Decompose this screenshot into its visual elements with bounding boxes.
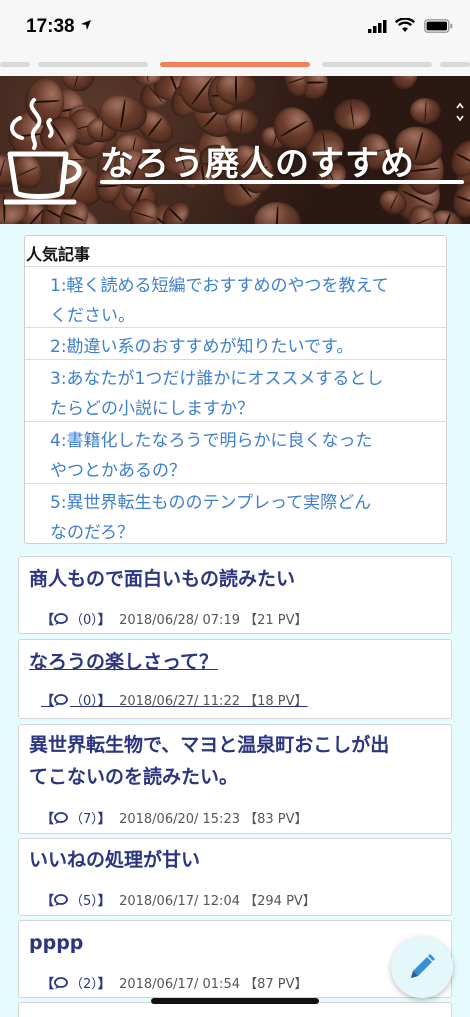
article-card[interactable]: 異世界転生物で、マヨと温泉町おこしが出 てこないのを読みたい。 【 （7）】 20… (18, 724, 452, 834)
popular-item[interactable]: 4:書籍化したなろうで明らかに良くなった やつとかあるの？ (25, 421, 446, 483)
article-pv: 【21 PV】 (244, 613, 308, 628)
popular-heading: 人気記事 (26, 245, 91, 264)
popular-item-line: なのだろ？ (50, 523, 134, 543)
comment-count: （2） (70, 977, 98, 992)
tab-indicator[interactable] (322, 62, 432, 67)
meta-bracket: 】 (97, 613, 111, 628)
article-title[interactable]: なろうの楽しさって？ (29, 646, 443, 678)
article-meta: 【 （0）】 2018/06/28/ 07:19 【21 PV】 (41, 609, 308, 628)
coffee-cup-icon (4, 98, 82, 205)
article-card[interactable]: なろうの楽しさって？ 【 （0）】 2018/06/27/ 11:22 【18 P… (18, 639, 452, 719)
article-date: 2018/06/28/ 07:19 (119, 613, 240, 628)
popular-articles-box: 人気記事 1:軽く読める短編でおすすめのやつを教えて ください。 2:勘違い系の… (24, 235, 447, 544)
coffee-bean-decoration (389, 76, 419, 91)
status-time: 17:38 (26, 16, 75, 37)
meta-bracket: 】 (97, 977, 111, 992)
popular-item-line: 1:軽く読める短編でおすすめのやつを教えて (50, 276, 389, 296)
popular-item-line: やつとかあるの？ (50, 461, 186, 481)
meta-bracket: 【 (41, 613, 55, 628)
article-meta: 【 （0）】 2018/06/27/ 11:22 【18 PV】 (41, 690, 308, 709)
comment-count: （7） (70, 812, 98, 827)
article-date: 2018/06/27/ 11:22 (119, 694, 240, 709)
coffee-bean-decoration (409, 97, 442, 126)
popular-item[interactable]: 3:あなたが1つだけ誰かにオススメするとし たらどの小説にしますか？ (25, 359, 446, 421)
article-meta: 【 （2）】 2018/06/17/ 01:54 【87 PV】 (41, 973, 308, 992)
coffee-bean-decoration (331, 96, 373, 132)
popular-item-line: 5:異世界転生もののテンプレって実際どん (50, 493, 372, 513)
meta-bracket: 【 (41, 977, 55, 992)
article-title[interactable]: pppp (29, 927, 443, 959)
scroll-arrows-icon (456, 102, 464, 122)
article-card[interactable]: 商人もので面白いもの読みたい 【 （0）】 2018/06/28/ 07:19 【… (18, 556, 452, 634)
popular-item[interactable]: 2:勘違い系のおすすめが知りたいです。 (25, 327, 446, 359)
article-meta: 【 （7）】 2018/06/20/ 15:23 【83 PV】 (41, 808, 308, 827)
site-title[interactable]: なろう廃人のすすめ (100, 136, 415, 185)
signal-icon (368, 20, 387, 33)
location-arrow-icon (81, 20, 91, 30)
article-meta: 【 （5）】 2018/06/17/ 12:04 【294 PV】 (41, 890, 316, 909)
meta-bracket: 】 (97, 694, 111, 709)
comment-icon (54, 977, 68, 989)
meta-bracket: 】 (97, 894, 111, 909)
article-card-partial[interactable] (18, 1002, 452, 1017)
tab-indicator[interactable] (0, 62, 30, 67)
article-title[interactable]: 商人もので面白いもの読みたい (29, 563, 443, 595)
comment-count: （0） (70, 694, 98, 709)
article-date: 2018/06/20/ 15:23 (119, 812, 240, 827)
article-pv: 【18 PV】 (244, 694, 308, 709)
comment-icon (54, 613, 68, 625)
article-title[interactable]: いいねの処理が甘い (29, 844, 443, 876)
tab-indicator[interactable] (38, 62, 148, 67)
article-date: 2018/06/17/ 12:04 (119, 894, 240, 909)
article-date: 2018/06/17/ 01:54 (119, 977, 240, 992)
popular-item-line: 3:あなたが1つだけ誰かにオススメするとし (50, 369, 384, 389)
meta-bracket: 】 (97, 812, 111, 827)
article-card[interactable]: いいねの処理が甘い 【 （5）】 2018/06/17/ 12:04 【294 P… (18, 838, 452, 916)
tab-indicator[interactable] (440, 62, 470, 67)
popular-item[interactable]: 5:異世界転生もののテンプレって実際どん なのだろ？ (25, 483, 446, 543)
comment-icon (54, 812, 68, 824)
home-indicator[interactable] (151, 998, 319, 1004)
compose-button[interactable] (391, 936, 453, 998)
coffee-bean-decoration (215, 76, 257, 105)
article-title-line: てこないのを読みたい。 (29, 766, 239, 788)
comment-count: （5） (70, 894, 98, 909)
tab-strip (0, 56, 470, 76)
title-underline (100, 180, 464, 184)
tab-indicator-active[interactable] (160, 62, 310, 67)
article-title-line: 異世界転生物で、マヨと温泉町おこしが出 (29, 734, 390, 756)
meta-bracket: 【 (41, 694, 55, 709)
comment-icon (54, 894, 68, 906)
article-card[interactable]: pppp 【 （2）】 2018/06/17/ 01:54 【87 PV】 (18, 920, 452, 998)
comment-count: （0） (70, 613, 98, 628)
battery-icon (424, 19, 453, 33)
article-pv: 【87 PV】 (244, 977, 308, 992)
coffee-bean-decoration (252, 200, 302, 224)
pencil-icon (411, 954, 435, 978)
comment-icon (54, 694, 68, 706)
meta-bracket: 【 (41, 894, 55, 909)
wifi-icon (395, 18, 415, 32)
popular-item-line: 2:勘違い系のおすすめが知りたいです。 (50, 337, 354, 357)
coffee-bean-decoration (445, 135, 470, 182)
article-pv: 【294 PV】 (244, 894, 316, 909)
popular-item[interactable]: 1:軽く読める短編でおすすめのやつを教えて ください。 (25, 266, 446, 326)
status-bar: 17:38 (0, 0, 470, 56)
article-pv: 【83 PV】 (244, 812, 308, 827)
popular-item-line: 4:書籍化したなろうで明らかに良くなった (50, 431, 373, 451)
popular-item-line: たらどの小説にしますか？ (50, 399, 254, 419)
meta-bracket: 【 (41, 812, 55, 827)
article-title[interactable]: 異世界転生物で、マヨと温泉町おこしが出 てこないのを読みたい。 (29, 729, 443, 793)
